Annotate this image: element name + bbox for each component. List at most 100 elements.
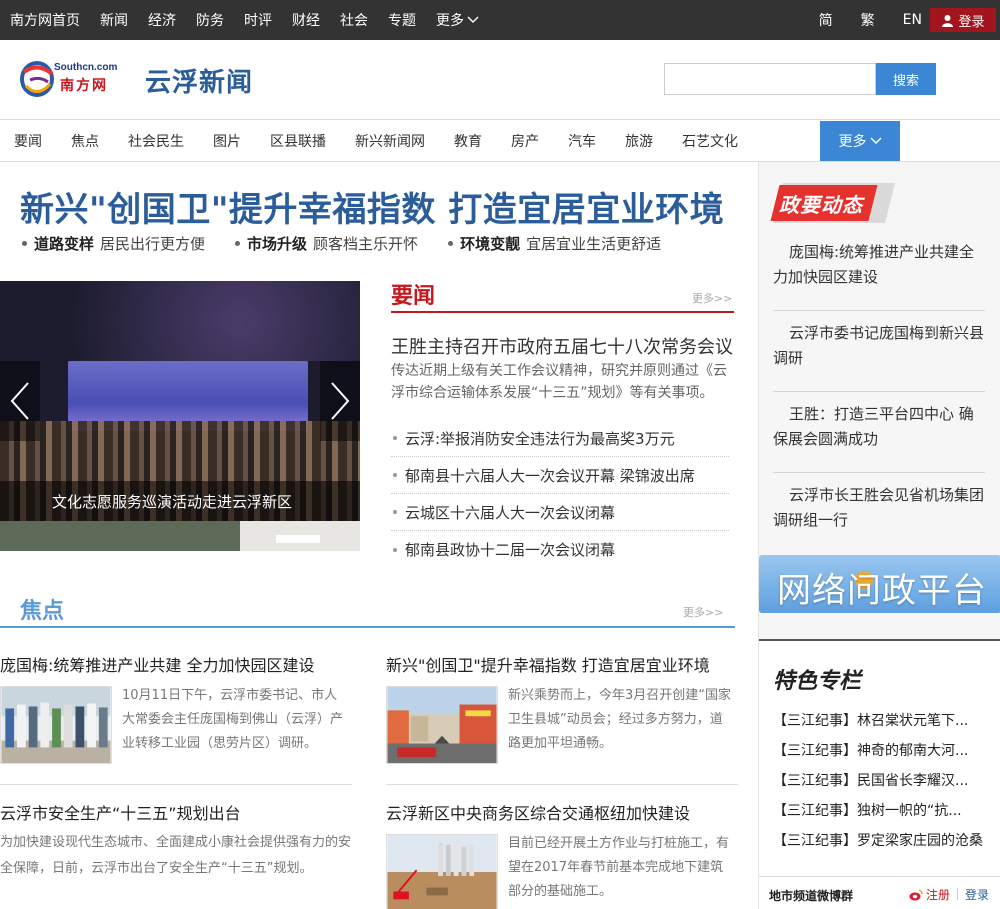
- southcn-logo[interactable]: Southcn.com 南方网: [20, 58, 124, 100]
- top-nav-special[interactable]: 专题: [388, 10, 416, 30]
- jiaodian-divider: [0, 626, 735, 628]
- tese-list: 【三江纪事】林召棠状元笔下... 【三江纪事】神奇的郁南大河... 【三江纪事】…: [773, 705, 987, 855]
- subhead-item[interactable]: 市场升级 顾客档主乐开怀: [235, 233, 418, 254]
- list-item[interactable]: 【三江纪事】独树一帜的“抗...: [773, 795, 987, 825]
- jiaodian-more-link[interactable]: 更多>>: [683, 604, 723, 620]
- subhead-text: 顾客档主乐开怀: [313, 235, 419, 253]
- focus-card-title[interactable]: 云浮新区中央商务区综合交通枢纽加快建设: [386, 800, 738, 824]
- southcn-logo-icon: [20, 61, 54, 97]
- focus-card-title[interactable]: 新兴"创国卫"提升幸福指数 打造宜居宜业环境: [386, 652, 738, 676]
- login-button[interactable]: 登录: [930, 8, 996, 32]
- nav-item-jiaoyu[interactable]: 教育: [454, 131, 482, 151]
- subhead-bold: 环境变靓: [460, 235, 521, 253]
- slider-prev-button[interactable]: [0, 361, 40, 441]
- focus-card-text: 10月11日下午，云浮市委书记、市人大常委会主任庞国梅到佛山（云浮）产业转移工业…: [122, 688, 344, 751]
- list-item[interactable]: 郁南县政协十二届一次会议闭幕: [391, 531, 729, 568]
- focus-card-title[interactable]: 云浮市安全生产“十三五”规划出台: [0, 800, 352, 824]
- headline-title[interactable]: 新兴"创国卫"提升幸福指数 打造宜居宜业环境: [20, 182, 724, 231]
- list-item[interactable]: 庞国梅:统筹推进产业共建全力加快园区建设: [773, 230, 985, 311]
- list-item-text: 云浮:举报消防安全违法行为最高奖3万元: [405, 429, 675, 448]
- focus-card-text: 为加快建设现代生态城市、全面建成小康社会提供强有力的安全保障，日前，云浮市出台了…: [0, 835, 352, 876]
- slider-photo-light: [0, 281, 360, 361]
- weibo-register-link[interactable]: 注册: [909, 886, 950, 903]
- main-nav-items: 要闻 焦点 社会民生 图片 区县联播 新兴新闻网 教育 房产 汽车 旅游 石艺文…: [14, 120, 767, 161]
- slider-next-photo-strip: [0, 521, 360, 551]
- nav-item-tupian[interactable]: 图片: [213, 131, 241, 151]
- yaowen-more-link[interactable]: 更多>>: [692, 290, 732, 306]
- login-label: 登录: [958, 14, 985, 30]
- top-nav-more[interactable]: 更多: [436, 10, 479, 30]
- list-item[interactable]: 云浮市长王胜会见省机场集团调研组一行: [773, 473, 985, 554]
- top-nav: 南方网首页 新闻 经济 防务 时评 财经 社会 专题 更多: [10, 0, 479, 40]
- logo-text-en: Southcn.com: [54, 62, 118, 73]
- strip-photo-part: [0, 521, 240, 551]
- top-nav-defense[interactable]: 防务: [196, 10, 224, 30]
- nav-item-xinxing[interactable]: 新兴新闻网: [355, 131, 425, 151]
- weibo-login-link[interactable]: 登录: [965, 886, 989, 903]
- top-nav-home[interactable]: 南方网首页: [10, 10, 80, 30]
- lang-traditional[interactable]: 繁: [861, 10, 875, 30]
- focus-card-thumbnail[interactable]: [386, 834, 498, 909]
- nav-item-minsheng[interactable]: 社会民生: [128, 131, 184, 151]
- top-nav-more-label: 更多: [436, 13, 464, 29]
- nav-item-jiaodian[interactable]: 焦点: [71, 131, 99, 151]
- focus-card-thumbnail[interactable]: [386, 686, 498, 764]
- list-item[interactable]: 【三江纪事】罗定梁家庄园的沧桑: [773, 825, 987, 855]
- wenzheng-banner[interactable]: 网络问政平台: [759, 555, 1000, 613]
- list-item-text: 郁南县十六届人大一次会议开幕 梁锦波出席: [405, 466, 695, 485]
- yaowen-list: 云浮:举报消防安全违法行为最高奖3万元 郁南县十六届人大一次会议开幕 梁锦波出席…: [391, 420, 729, 568]
- jiaodian-title: 焦点: [20, 599, 65, 624]
- subhead-item[interactable]: 环境变靓 宜居宜业生活更舒适: [448, 233, 661, 254]
- search-button[interactable]: 搜索: [876, 63, 936, 95]
- focus-card-title[interactable]: 庞国梅:统筹推进产业共建 全力加快园区建设: [0, 652, 352, 676]
- slider-caption[interactable]: 文化志愿服务巡演活动走进云浮新区: [0, 481, 360, 521]
- chevron-down-icon: [467, 16, 479, 23]
- logo-text-cn: 南方网: [60, 78, 108, 94]
- list-item[interactable]: 【三江纪事】民国省长李耀汉...: [773, 765, 987, 795]
- right-sidebar: 政要动态 庞国梅:统筹推进产业共建全力加快园区建设 云浮市委书记庞国梅到新兴县调…: [758, 162, 1000, 909]
- list-item[interactable]: 【三江纪事】林召棠状元笔下...: [773, 705, 987, 735]
- nav-item-yaowen[interactable]: 要闻: [14, 131, 42, 151]
- lang-simplified[interactable]: 简: [819, 10, 833, 30]
- yaowen-main-desc: 传达近期上级有关工作会议精神，研究并原则通过《云浮市综合运输体系发展“十三五”规…: [391, 363, 727, 401]
- list-item[interactable]: 王胜：打造三平台四中心 确保展会圆满成功: [773, 392, 985, 473]
- list-item[interactable]: 云浮市委书记庞国梅到新兴县调研: [773, 311, 985, 392]
- weibo-label: 地市频道微博群: [769, 889, 854, 903]
- focus-card: 云浮市安全生产“十三五”规划出台 为加快建设现代生态城市、全面建成小康社会提供强…: [0, 800, 352, 882]
- headline-subheads: 道路变样 居民出行更方便 市场升级 顾客档主乐开怀 环境变靓 宜居宜业生活更舒适: [22, 233, 691, 254]
- nav-item-fangchan[interactable]: 房产: [511, 131, 539, 151]
- bullet-icon: [393, 436, 397, 440]
- lang-english[interactable]: EN: [903, 12, 922, 28]
- slider-next-button[interactable]: [320, 361, 360, 441]
- bullet-icon: [393, 473, 397, 477]
- list-item[interactable]: 云城区十六届人大一次会议闭幕: [391, 494, 729, 531]
- top-nav-society[interactable]: 社会: [340, 10, 368, 30]
- nav-item-qiche[interactable]: 汽车: [568, 131, 596, 151]
- top-nav-economy[interactable]: 经济: [148, 10, 176, 30]
- list-item[interactable]: 郁南县十六届人大一次会议开幕 梁锦波出席: [391, 457, 729, 494]
- chevron-right-icon: [331, 382, 350, 420]
- top-nav-news[interactable]: 新闻: [100, 10, 128, 30]
- weibo-register-label: 注册: [926, 888, 951, 902]
- search-input[interactable]: [664, 63, 876, 95]
- nav-item-lvyou[interactable]: 旅游: [625, 131, 653, 151]
- chevron-down-icon: [870, 137, 881, 144]
- language-switcher: 简 繁 EN: [819, 0, 922, 40]
- nav-more-button[interactable]: 更多: [820, 121, 900, 161]
- photo-slider[interactable]: 文化志愿服务巡演活动走进云浮新区: [0, 281, 360, 551]
- yaowen-title: 要闻: [391, 284, 436, 309]
- focus-card-body: 目前已经开展土方作业与打桩施工，有望在2017年春节前基本完成地下建筑部分的基础…: [386, 834, 738, 909]
- list-item[interactable]: 云浮:举报消防安全违法行为最高奖3万元: [391, 420, 729, 457]
- weibo-icon: [909, 888, 923, 900]
- yaowen-main-title[interactable]: 王胜主持召开市政府五届七十八次常务会议: [391, 333, 733, 359]
- nav-item-quxian[interactable]: 区县联播: [270, 131, 326, 151]
- focus-card-thumbnail[interactable]: [0, 686, 112, 764]
- top-nav-commentary[interactable]: 时评: [244, 10, 272, 30]
- tese-section: 特色专栏 【三江纪事】林召棠状元笔下... 【三江纪事】神奇的郁南大河... 【…: [759, 639, 1000, 909]
- weibo-bar: 地市频道微博群 注册 登录: [759, 876, 1000, 909]
- nav-item-shiyi[interactable]: 石艺文化: [682, 131, 738, 151]
- list-item[interactable]: 【三江纪事】神奇的郁南大河...: [773, 735, 987, 765]
- subhead-item[interactable]: 道路变样 居民出行更方便: [22, 233, 205, 254]
- focus-card: 庞国梅:统筹推进产业共建 全力加快园区建设 10月11日下午，云浮市委书记、市人…: [0, 652, 352, 785]
- top-nav-finance[interactable]: 财经: [292, 10, 320, 30]
